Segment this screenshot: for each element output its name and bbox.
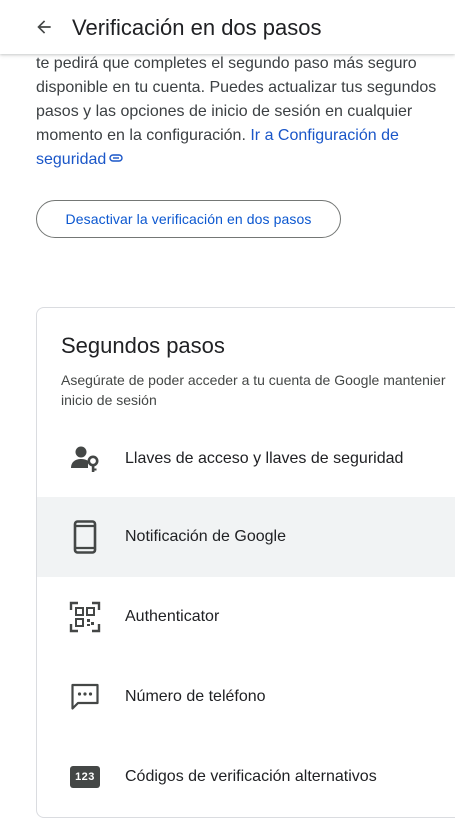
option-label: Número de teléfono	[125, 688, 266, 705]
option-label: Códigos de verificación alternativos	[125, 768, 377, 785]
page-title: Verificación en dos pasos	[72, 15, 322, 40]
top-app-bar: Verificación en dos pasos	[0, 0, 455, 54]
second-steps-description: Asegúrate de poder acceder a tu cuenta d…	[61, 372, 446, 408]
sms-icon	[67, 679, 103, 715]
back-button[interactable]	[26, 11, 62, 47]
option-authenticator[interactable]: Authenticator	[37, 577, 455, 657]
disable-two-step-button[interactable]: Desactivar la verificación en dos pasos	[36, 200, 341, 238]
phone-icon	[67, 519, 103, 555]
backup-codes-badge: 123	[70, 766, 100, 788]
option-label: Notificación de Google	[125, 528, 286, 545]
external-link-icon	[109, 147, 123, 171]
option-passkeys[interactable]: Llaves de acceso y llaves de seguridad	[37, 419, 455, 499]
option-label: Llaves de acceso y llaves de seguridad	[125, 450, 404, 467]
page: Verificación en dos pasos te pedirá que …	[0, 0, 455, 838]
option-label: Authenticator	[125, 608, 220, 625]
backup-codes-icon: 123	[67, 759, 103, 795]
option-phone-number[interactable]: Número de teléfono	[37, 657, 455, 737]
qr-code-icon	[67, 599, 103, 635]
option-backup-codes[interactable]: 123 Códigos de verificación alternativos	[37, 737, 455, 817]
arrow-back-icon	[34, 17, 54, 42]
option-google-prompt[interactable]: Notificación de Google	[37, 497, 455, 577]
second-steps-card: Segundos pasos Asegúrate de poder accede…	[36, 307, 455, 818]
second-steps-title: Segundos pasos	[61, 333, 225, 358]
passkey-icon	[67, 441, 103, 477]
intro-paragraph: te pedirá que completes el segundo paso …	[36, 52, 446, 172]
